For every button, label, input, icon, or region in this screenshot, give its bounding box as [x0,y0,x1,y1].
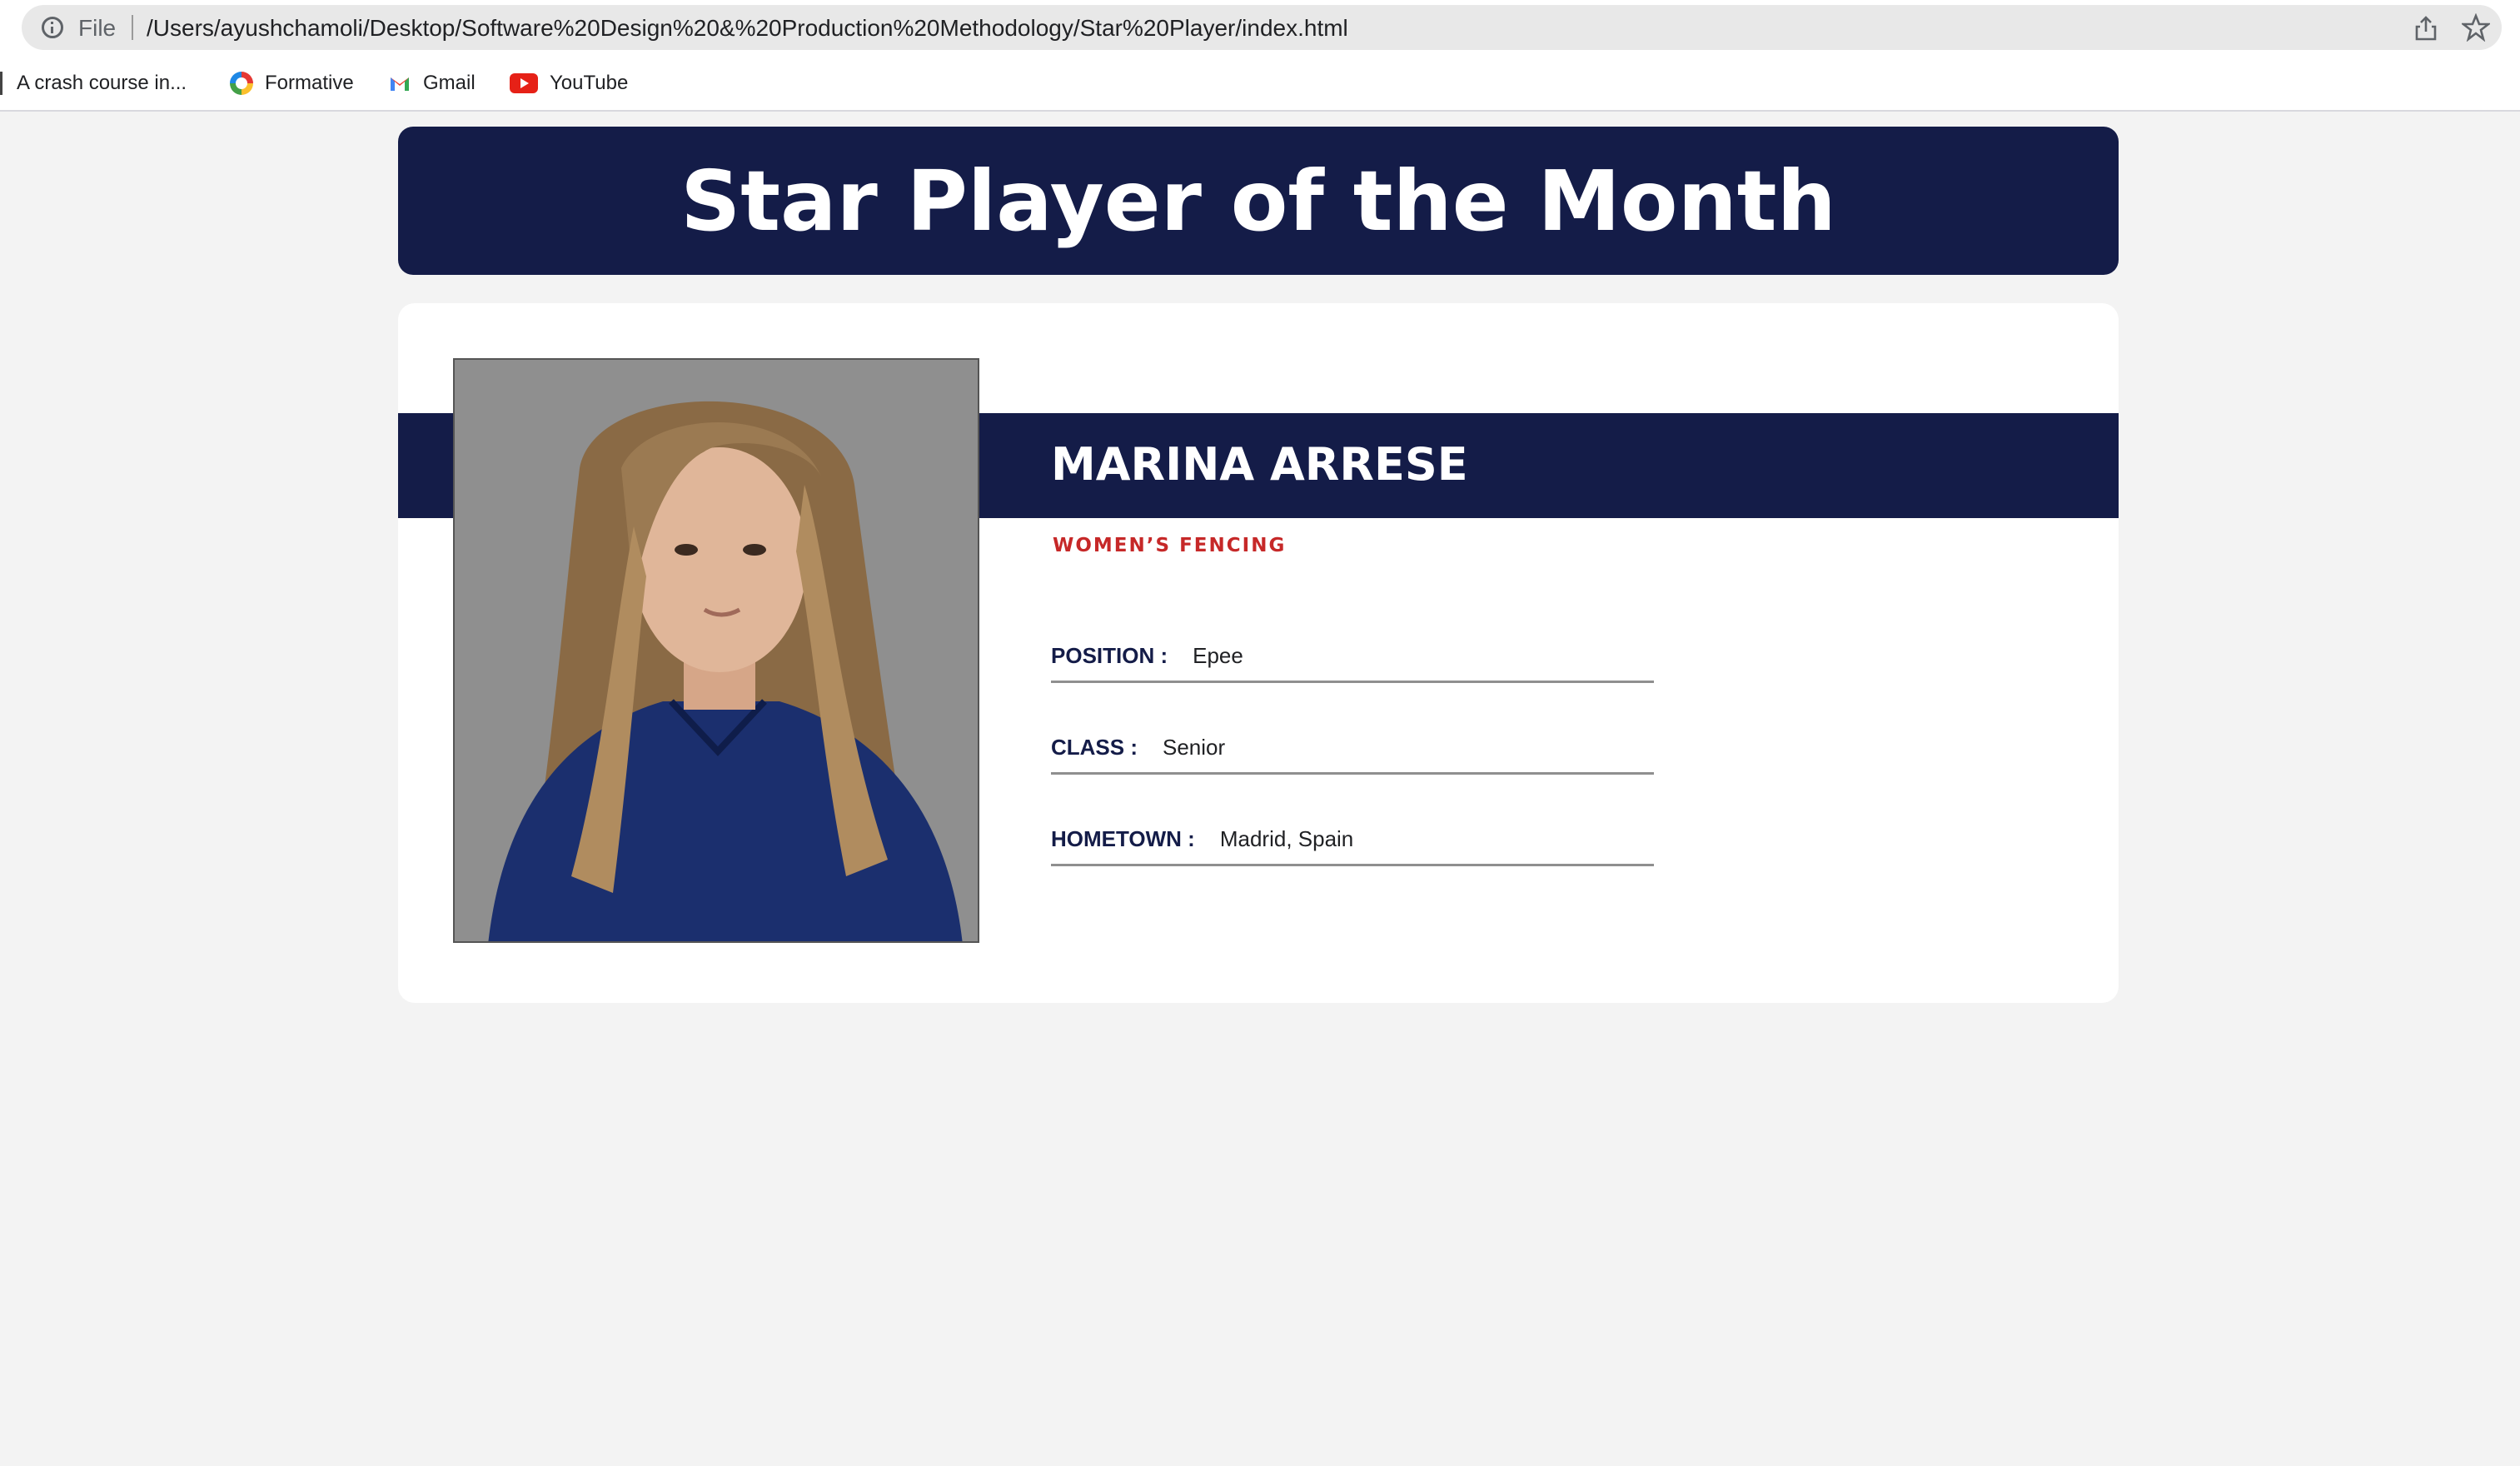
bookmarks-bar: A crash course in... Formative Gmail You… [0,60,2520,107]
page-title: Star Player of the Month [680,152,1836,250]
info-value: Madrid, Spain [1219,826,1354,851]
info-label: CLASS : [1051,735,1138,760]
youtube-icon [510,73,538,93]
bookmark-label: YouTube [550,72,629,94]
url-text[interactable]: /Users/ayushchamoli/Desktop/Software%20D… [147,15,1348,42]
player-portrait-image [455,360,978,941]
bookmark-crash-course[interactable]: A crash course in... [0,68,187,98]
info-row-position: POSITION : Epee [1051,631,1654,683]
player-card: MARINA ARRESE WOMEN’S FENCING POSITION :… [398,303,2119,1003]
info-value: Senior [1163,735,1226,760]
info-label: HOMETOWN : [1051,826,1195,851]
bookmark-label: Gmail [423,72,476,94]
formative-icon [230,72,253,95]
info-icon[interactable] [42,17,63,38]
bookmark-formative[interactable]: Formative [230,68,354,98]
player-photo [453,358,979,943]
bookmark-youtube[interactable]: YouTube [510,68,628,98]
browser-chrome: File /Users/ayushchamoli/Desktop/Softwar… [0,0,2520,112]
info-value: Epee [1193,643,1243,668]
bookmark-star-icon[interactable] [2462,13,2490,42]
address-bar[interactable]: File /Users/ayushchamoli/Desktop/Softwar… [22,5,2502,50]
page-header: Star Player of the Month [398,127,2119,275]
url-scheme: File [78,15,117,41]
share-icon[interactable] [2413,15,2438,42]
gmail-icon [391,77,409,91]
divider [132,15,133,40]
info-label: POSITION : [1051,643,1168,668]
bookmark-label: A crash course in... [17,72,187,94]
team-label: WOMEN’S FENCING [1053,535,1287,556]
info-row-hometown: HOMETOWN : Madrid, Spain [1051,815,1654,866]
document-icon [0,72,5,95]
bookmark-gmail[interactable]: Gmail [388,68,476,98]
bookmark-label: Formative [265,72,354,94]
info-row-class: CLASS : Senior [1051,723,1654,775]
player-name: MARINA ARRESE [1051,438,1468,491]
